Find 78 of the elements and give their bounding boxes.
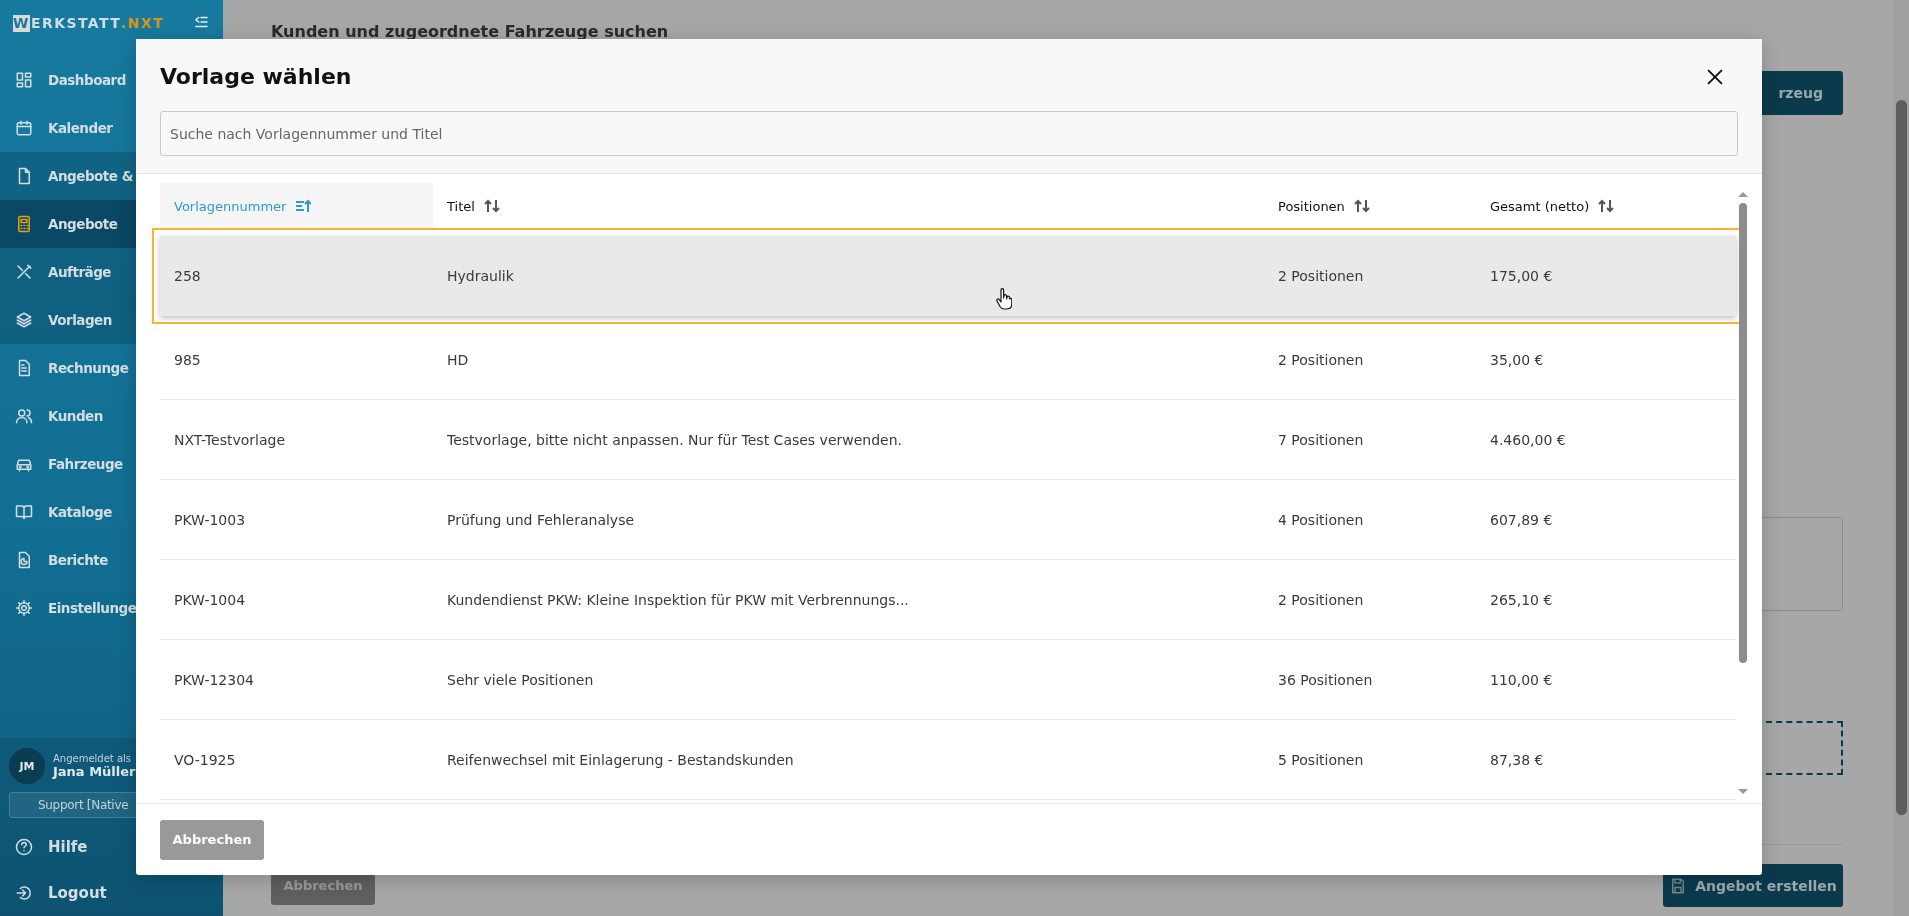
table-cell: Kundendienst PKW: Kleine Inspektion für PKW mit Verbrennungs... [447,591,909,608]
table-cell: PKW-12304 [174,671,254,688]
table-cell: 87,38 € [1490,751,1544,768]
table-cell: 2 Positionen [1278,267,1364,284]
logout-icon [15,884,33,902]
table-cell: 175,00 € [1490,267,1553,284]
table-cell: Testvorlage, bitte nicht anpassen. Nur für Test Cases verwenden. [447,431,903,448]
table-cell: HD [447,351,469,368]
page-title: Kunden und zugeordnete Fahrzeuge suchen [271,22,670,41]
cancel-button[interactable]: Abbrechen [160,819,264,860]
table-cell: Reifenwechsel mit Einlagerung - Bestandskunden [447,751,794,768]
sidebar-item[interactable]: Kalender [0,104,136,152]
logo-suffix: .NXT [121,15,165,31]
calendar-icon [15,119,33,137]
sidebar-item[interactable]: Fahrzeuge [0,440,136,488]
table-cell: Prüfung und Fehleranalyse [447,511,635,528]
sidebar-item[interactable]: Vorlagen [0,296,136,344]
help-icon [15,838,33,856]
table-cell: 2 Positionen [1278,351,1364,368]
logo-text: ERKSTATT [31,15,122,31]
users-icon [15,407,33,425]
table-cell: 4 Positionen [1278,511,1364,528]
table-row[interactable]: VO-1925 Reifenwechsel mit Einlagerung - Bestandskunden 5 Positionen 87,38 € [160,720,1736,800]
table-cell: 265,10 € [1490,591,1553,608]
sidebar-item[interactable]: Berichte [0,536,136,584]
table-row[interactable]: NXT-Testvorlage Testvorlage, bitte nicht anpassen. Nur für Test Cases verwenden. 7 Positionen 4.460,00 € [160,400,1736,480]
table-cell: Sehr viele Positionen [447,671,594,688]
table-cell: PKW-1003 [174,511,246,528]
sidebar-item[interactable]: Angebote & [0,152,136,200]
scrollbar[interactable] [1893,0,1909,916]
sort-icon [483,199,500,213]
hand-cursor-icon [996,288,1012,310]
table-cell: 607,89 € [1490,511,1553,528]
column-header[interactable]: Positionen [1264,183,1476,229]
table-cell: VO-1925 [174,751,236,768]
dialog-title: Vorlage wählen [160,64,352,89]
sort-icon [1353,199,1370,213]
table-cell: 985 [174,351,201,368]
table-row[interactable]: PKW-1003 Prüfung und Fehleranalyse 4 Positionen 607,89 € [160,480,1736,560]
sidebar-item[interactable]: Kataloge [0,488,136,536]
table-row[interactable]: 985 HD 2 Positionen 35,00 € [160,320,1736,400]
sidebar-item[interactable]: Einstellunge [0,584,136,632]
calculator-icon [15,215,33,233]
login-caption: Angemeldet als [53,753,133,764]
user-avatar: JM [9,748,45,784]
sidebar-item[interactable]: Angebote [0,200,136,248]
sidebar-item[interactable]: Aufträge [0,248,136,296]
table-cell: 35,00 € [1490,351,1544,368]
table-row[interactable]: PKW-1004 Kundendienst PKW: Kleine Inspektion für PKW mit Verbrennungs... 2 Positionen 265,10 € [160,560,1736,640]
dashboard-icon [15,71,33,89]
logo-letter: W [13,14,30,32]
table-row[interactable]: 258 Hydraulik 2 Positionen 175,00 € [160,236,1736,316]
book-icon [15,503,33,521]
table-cell: NXT-Testvorlage [174,431,285,448]
tools-icon [15,263,33,281]
search-field[interactable]: Suche nach Vorlagennummer und Titel [160,111,1738,156]
table-cell: 110,00 € [1490,671,1553,688]
column-header[interactable]: Vorlagennummer [160,183,433,229]
layers-icon [15,311,33,329]
table-row[interactable]: PKW-12304 Sehr viele Positionen 36 Positionen 110,00 € [160,640,1736,720]
user-name: Jana Müller [53,764,136,779]
settings-icon [15,599,33,617]
column-header[interactable]: Titel [433,183,1264,229]
table-cell: PKW-1004 [174,591,246,608]
sidebar-link[interactable]: Logout [0,870,223,916]
table-cell: 36 Positionen [1278,671,1373,688]
sidebar-item[interactable]: Dashboard [0,56,136,104]
table-cell: 258 [174,267,201,284]
sort-icon [295,199,312,213]
table-cell: 4.460,00 € [1490,431,1566,448]
table-cell: 2 Positionen [1278,591,1364,608]
sidebar-item[interactable]: Rechnunge [0,344,136,392]
column-header[interactable]: Gesamt (netto) [1476,183,1723,229]
sidebar-item[interactable]: Kunden [0,392,136,440]
table-cell: Hydraulik [447,267,514,284]
sort-icon [1598,199,1615,213]
table-cell: 5 Positionen [1278,751,1364,768]
table-cell: 7 Positionen [1278,431,1364,448]
